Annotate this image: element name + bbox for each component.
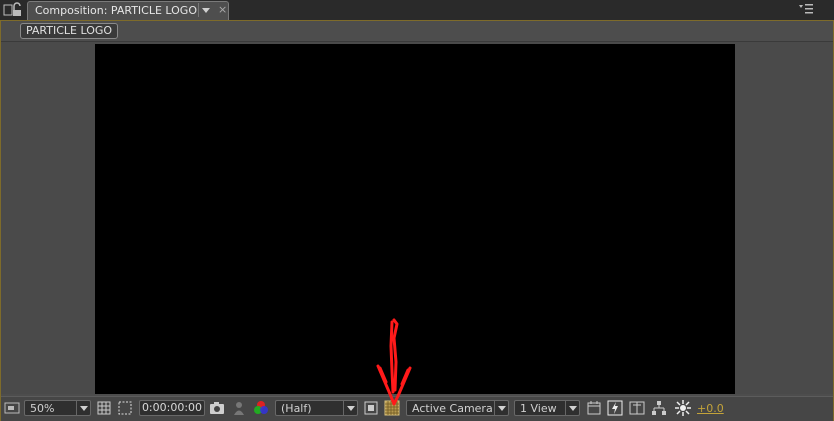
timeline-icon[interactable] xyxy=(586,400,602,416)
show-snapshot-icon[interactable] xyxy=(231,400,247,416)
view-layout-dropdown[interactable]: 1 View xyxy=(514,400,580,416)
panel-menu-icon[interactable] xyxy=(798,3,814,15)
chevron-down-icon xyxy=(202,8,210,13)
target-region-icon[interactable] xyxy=(363,400,379,416)
region-of-interest-icon[interactable] xyxy=(117,400,133,416)
camera-snapshot-icon[interactable] xyxy=(209,400,225,416)
chevron-down-icon xyxy=(76,401,90,415)
viewer-toolbar: 50% 0:00:00:00 (Half) Active Camera 1 Vi… xyxy=(1,396,833,421)
composition-viewer[interactable] xyxy=(95,44,735,394)
transparency-grid-icon[interactable] xyxy=(384,400,400,416)
tab-close-button[interactable]: × xyxy=(218,3,227,16)
chevron-down-icon xyxy=(494,401,508,415)
resolution-value: (Half) xyxy=(281,402,312,415)
lock-icon[interactable] xyxy=(2,2,24,18)
chevron-down-icon xyxy=(343,401,357,415)
composition-tab[interactable]: Composition: PARTICLE LOGO × xyxy=(27,1,229,20)
resolution-dropdown[interactable]: (Half) xyxy=(275,400,358,416)
camera-value: Active Camera xyxy=(412,402,493,415)
chevron-down-icon xyxy=(565,401,579,415)
composition-navigator-button[interactable]: PARTICLE LOGO xyxy=(20,23,118,39)
toggle-transparency-icon[interactable] xyxy=(629,400,645,416)
tab-dropdown-button[interactable] xyxy=(198,3,213,17)
grid-icon[interactable] xyxy=(96,400,112,416)
exposure-value[interactable]: +0.0 xyxy=(697,402,724,415)
fast-previews-icon[interactable] xyxy=(607,400,623,416)
always-preview-icon[interactable] xyxy=(4,400,20,416)
composition-tab-title: Composition: PARTICLE LOGO xyxy=(35,4,197,17)
panel-header: Composition: PARTICLE LOGO × xyxy=(0,0,834,21)
camera-dropdown[interactable]: Active Camera xyxy=(406,400,509,416)
reset-exposure-icon[interactable] xyxy=(675,400,691,416)
view-layout-value: 1 View xyxy=(520,402,557,415)
flowchart-icon[interactable] xyxy=(651,400,667,416)
rgb-channel-icon[interactable] xyxy=(253,400,269,416)
current-time-display[interactable]: 0:00:00:00 xyxy=(139,400,205,416)
magnification-value: 50% xyxy=(30,402,55,415)
magnification-dropdown[interactable]: 50% xyxy=(24,400,91,416)
